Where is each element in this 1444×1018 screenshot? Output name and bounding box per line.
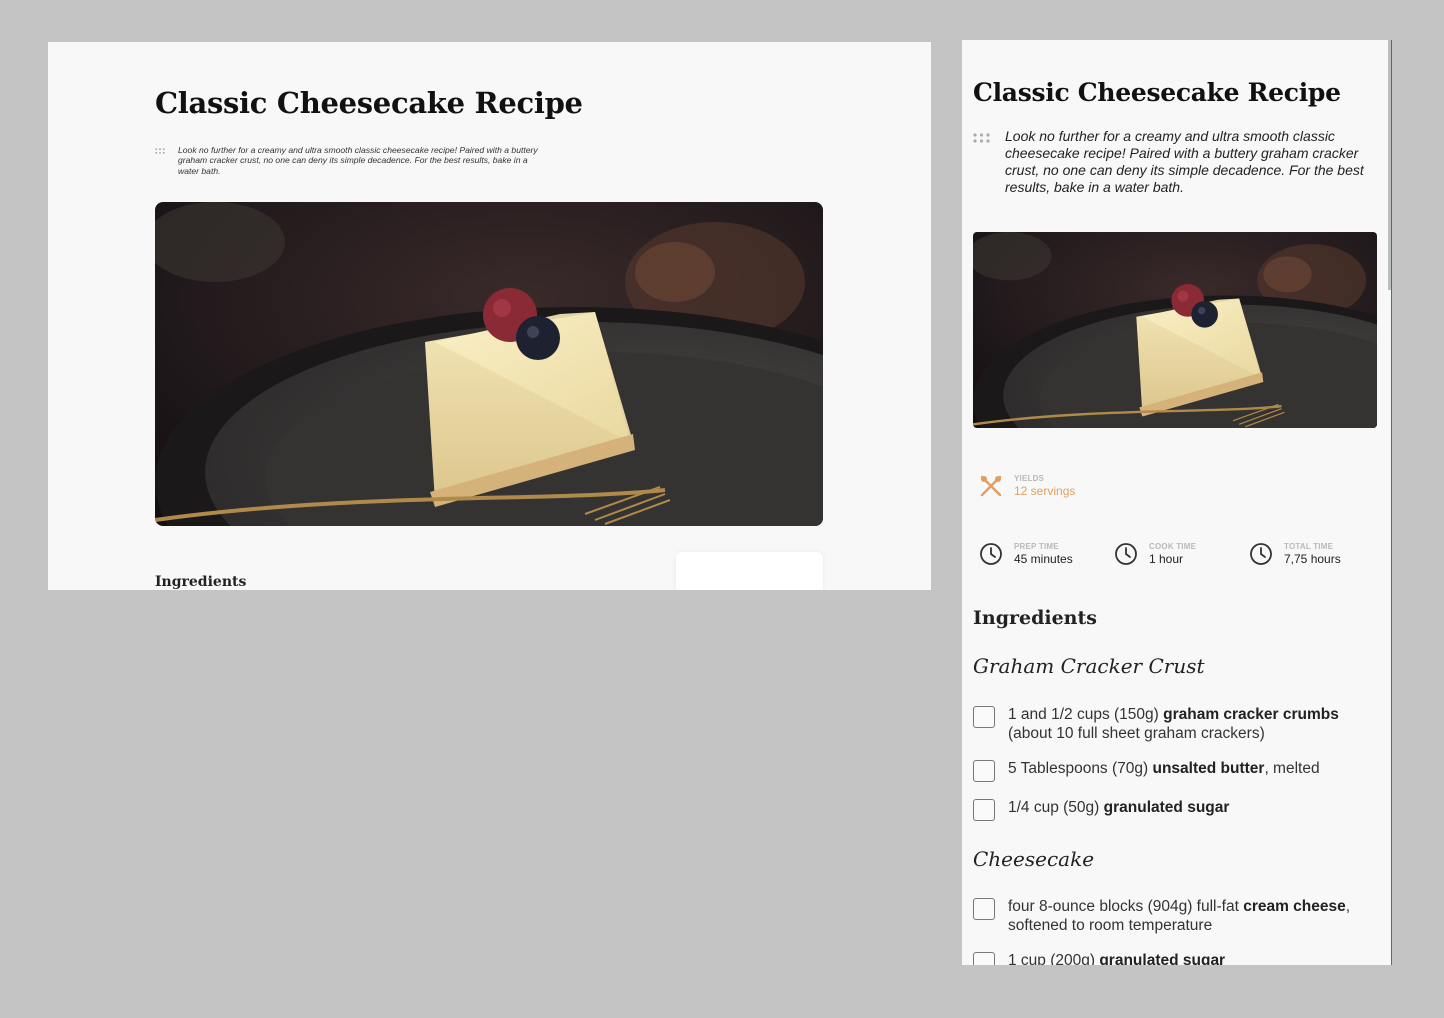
prep-time-value: 45 minutes: [1014, 552, 1073, 566]
cook-time-meta: COOK TIME 1 hour: [1114, 542, 1196, 566]
clock-icon: [979, 542, 1003, 566]
recipe-description-block: Look no further for a creamy and ultra s…: [155, 145, 540, 176]
mobile-preview: Classic Cheesecake Recipe Look no furthe…: [962, 40, 1392, 965]
ingredient-item: 1 cup (200g) granulated sugar: [973, 951, 1373, 965]
ingredient-item: 5 Tablespoons (70g) unsalted butter, mel…: [973, 759, 1373, 782]
clock-icon: [1114, 542, 1138, 566]
ingredient-item: four 8-ounce blocks (904g) full-fat crea…: [973, 897, 1373, 935]
drag-handle-icon[interactable]: [973, 133, 990, 143]
ingredient-checkbox[interactable]: [973, 799, 995, 821]
cook-time-label: COOK TIME: [1149, 542, 1197, 551]
ingredient-checkbox[interactable]: [973, 952, 995, 965]
group-heading-crust: Graham Cracker Crust: [973, 654, 1205, 678]
group-heading-cheesecake: Cheesecake: [973, 847, 1095, 871]
recipe-meta-card: [676, 552, 823, 590]
recipe-title: Classic Cheesecake Recipe: [973, 78, 1341, 107]
cook-time-value: 1 hour: [1149, 552, 1184, 566]
fork-knife-icon: [980, 475, 1002, 497]
recipe-title: Classic Cheesecake Recipe: [155, 86, 583, 120]
ingredients-heading: Ingredients: [973, 607, 1097, 629]
prep-time-meta: PREP TIME 45 minutes: [979, 542, 1073, 566]
yields-label: YIELDS: [1014, 474, 1045, 483]
scrollbar[interactable]: [1388, 40, 1391, 290]
total-time-value: 7,75 hours: [1284, 552, 1341, 566]
ingredient-checkbox[interactable]: [973, 760, 995, 782]
ingredient-item: 1 and 1/2 cups (150g) graham cracker cru…: [973, 705, 1373, 743]
ingredient-checkbox[interactable]: [973, 898, 995, 920]
recipe-description-block: Look no further for a creamy and ultra s…: [973, 128, 1375, 196]
desktop-preview: Classic Cheesecake Recipe Look no furthe…: [48, 42, 931, 590]
clock-icon: [1249, 542, 1273, 566]
hero-image: [155, 202, 823, 526]
total-time-label: TOTAL TIME: [1284, 542, 1334, 551]
prep-time-label: PREP TIME: [1014, 542, 1059, 551]
ingredients-heading: Ingredients: [155, 574, 247, 590]
yields-value: 12 servings: [1014, 484, 1076, 498]
ingredient-item: 1/4 cup (50g) granulated sugar: [973, 798, 1373, 821]
recipe-description: Look no further for a creamy and ultra s…: [1005, 128, 1364, 195]
recipe-description: Look no further for a creamy and ultra s…: [178, 145, 538, 176]
total-time-meta: TOTAL TIME 7,75 hours: [1249, 542, 1341, 566]
ingredient-checkbox[interactable]: [973, 706, 995, 728]
yields-meta: YIELDS 12 servings: [979, 474, 1075, 498]
hero-image: [973, 232, 1377, 428]
drag-handle-icon[interactable]: [155, 147, 165, 155]
